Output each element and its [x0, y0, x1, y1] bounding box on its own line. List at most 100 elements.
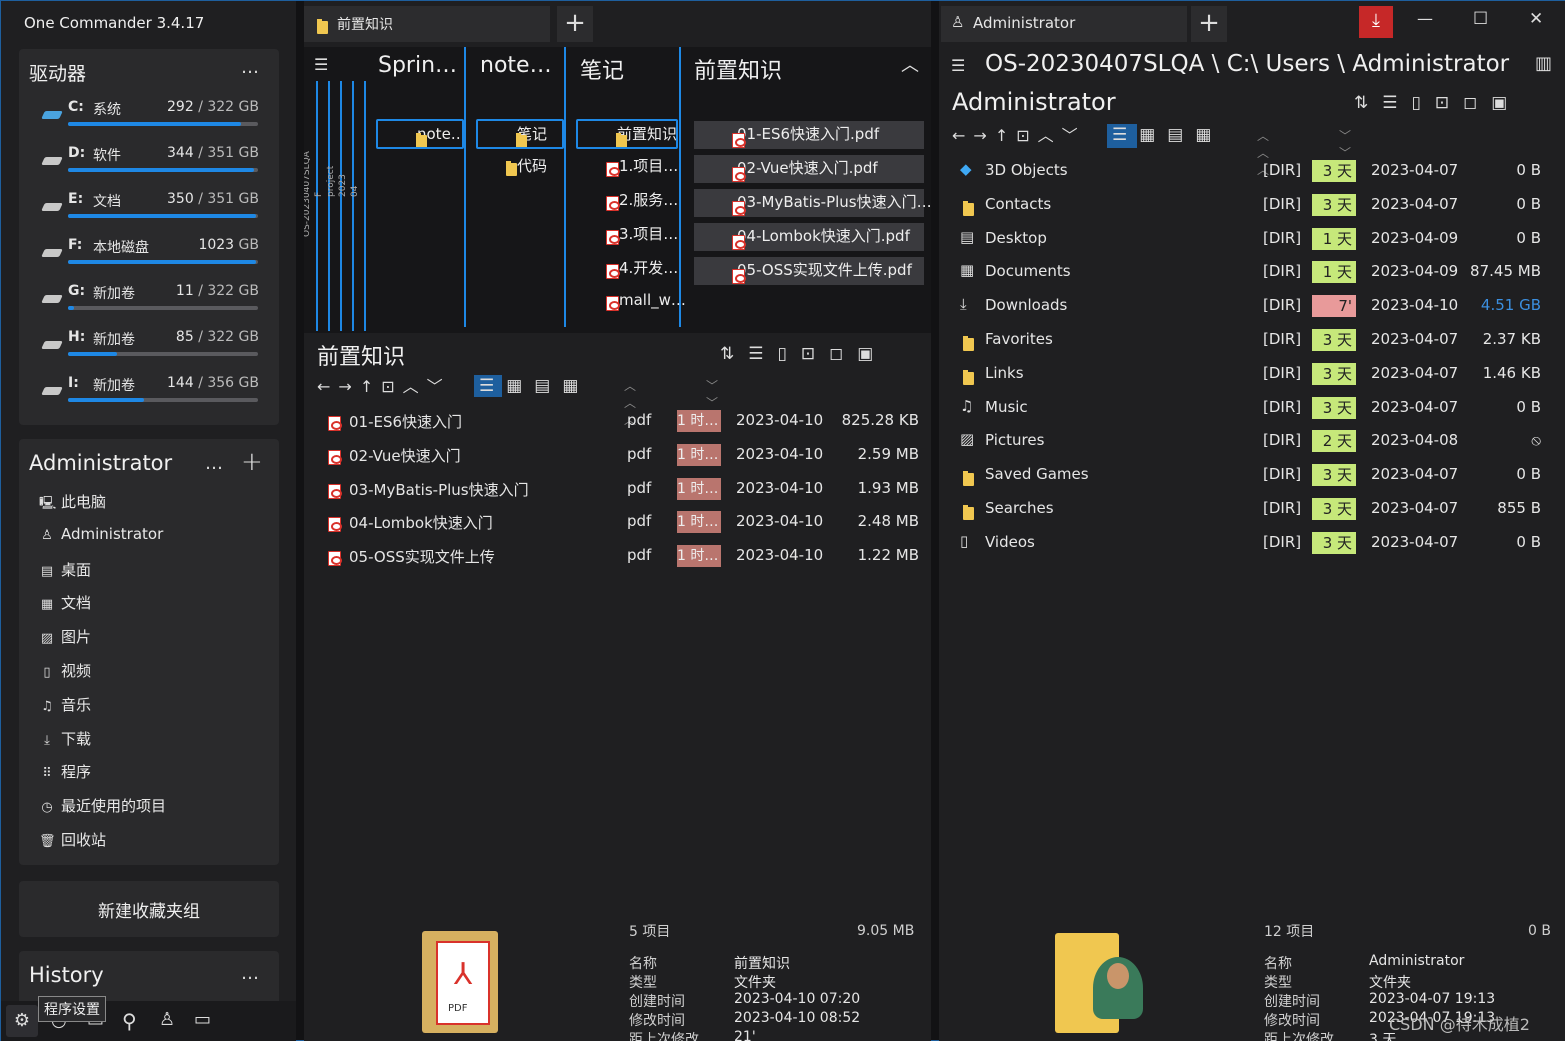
- close-button[interactable]: ✕: [1529, 9, 1543, 29]
- column-item[interactable]: 05-OSS实现文件上传.pdf: [694, 257, 924, 285]
- table-row[interactable]: Saved Games [DIR] 3 天 2023-04-07 0 B: [949, 459, 1559, 491]
- pdf-icon: [606, 230, 620, 245]
- drives-more-button[interactable]: …: [241, 57, 259, 78]
- favorite-item[interactable]: 🗑 回收站: [39, 829, 106, 850]
- left-sort-toolbar[interactable]: ⇅☰▯⊡◻▣: [720, 343, 887, 365]
- table-row[interactable]: ▨ Pictures [DIR] 2 天 2023-04-08 ⦸: [949, 425, 1559, 457]
- column-item[interactable]: 02-Vue快速入门.pdf: [694, 155, 924, 183]
- music-icon: ♫: [960, 396, 974, 415]
- favorite-item[interactable]: ▦ 文档: [39, 592, 91, 613]
- view-mode-toolbar[interactable]: ☰▦▤▦: [1112, 124, 1223, 146]
- favorite-item[interactable]: ⠿ 程序: [39, 761, 91, 782]
- vertical-path-segment[interactable]: 2023: [338, 174, 348, 197]
- search-icon[interactable]: ⚲: [122, 1009, 137, 1033]
- file-date: 2023-04-07: [1371, 161, 1459, 179]
- table-row[interactable]: 02-Vue快速入门 pdf 1 时… 2023-04-10 2.59 MB: [314, 439, 931, 471]
- drive-usage-fill: [68, 260, 257, 264]
- columns-icon[interactable]: ▥: [1535, 53, 1552, 74]
- column-selected-item[interactable]: 笔记: [476, 119, 564, 149]
- drive-item[interactable]: D: 软件 344 / 351 GB: [19, 139, 279, 179]
- right-add-tab-button[interactable]: +: [1191, 6, 1227, 42]
- drive-item[interactable]: G: 新加卷 11 / 322 GB: [19, 277, 279, 317]
- drive-item[interactable]: I: 新加卷 144 / 356 GB: [19, 369, 279, 409]
- favorite-item[interactable]: ▨ 图片: [39, 626, 91, 647]
- column-item[interactable]: 04-Lombok快速入门.pdf: [694, 223, 924, 251]
- drive-letter: F:: [68, 237, 83, 253]
- maximize-button[interactable]: ☐: [1473, 9, 1488, 29]
- update-download-button[interactable]: ⤓: [1359, 6, 1393, 38]
- drive-item[interactable]: E: 文档 350 / 351 GB: [19, 185, 279, 225]
- file-name: Desktop: [985, 228, 1047, 247]
- right-tab[interactable]: ♙ Administrator: [941, 6, 1187, 42]
- drive-item[interactable]: C: 系统 292 / 322 GB: [19, 93, 279, 133]
- favorite-item[interactable]: ⤓ 下载: [39, 728, 91, 749]
- favorites-add-button[interactable]: +: [241, 447, 263, 477]
- path-line: [340, 81, 342, 331]
- left-tab[interactable]: 前置知识: [304, 6, 550, 42]
- table-row[interactable]: ♫ Music [DIR] 3 天 2023-04-07 0 B: [949, 392, 1559, 424]
- column-item[interactable]: 3.项目…: [586, 223, 678, 245]
- favorite-item[interactable]: ▯ 视频: [39, 660, 91, 681]
- column-selected-item[interactable]: 前置知识: [576, 119, 678, 149]
- vertical-path-segment[interactable]: project: [326, 166, 336, 197]
- right-path-bar[interactable]: OS-20230407SLQA \ C:\ Users \ Administra…: [985, 51, 1509, 77]
- table-row[interactable]: ⤓ Downloads [DIR] 7' 2023-04-10 4.51 GB: [949, 290, 1559, 322]
- table-row[interactable]: ◆ 3D Objects [DIR] 3 天 2023-04-07 0 B: [949, 155, 1559, 187]
- table-row[interactable]: 04-Lombok快速入门 pdf 1 时… 2023-04-10 2.48 MB: [314, 506, 931, 538]
- history-more-button[interactable]: …: [241, 963, 259, 984]
- favorite-item[interactable]: ♫ 音乐: [39, 694, 91, 715]
- favorite-item[interactable]: 🖳 此电脑: [39, 491, 106, 516]
- table-row[interactable]: 03-MyBatis-Plus快速入门 pdf 1 时… 2023-04-10 1.93…: [314, 473, 931, 505]
- column-item[interactable]: 2.服务…: [586, 189, 678, 211]
- favorite-item[interactable]: ▤ 桌面: [39, 559, 91, 580]
- drive-item[interactable]: F: 本地磁盘 1023 GB: [19, 231, 279, 271]
- column-item[interactable]: mall_w…: [586, 291, 686, 311]
- right-pane: ♙ Administrator + ⤓ — ☐ ✕ ☰ OS-20230407S…: [939, 1, 1565, 1041]
- path-line: [328, 81, 330, 331]
- column-item[interactable]: 01-ES6快速入门.pdf: [694, 121, 924, 149]
- table-row[interactable]: Contacts [DIR] 3 天 2023-04-07 0 B: [949, 189, 1559, 221]
- file-extension: pdf: [627, 512, 652, 531]
- left-nav-toolbar[interactable]: ←→↑⊡︿﹀: [317, 376, 451, 398]
- vertical-path-segment[interactable]: 04: [350, 186, 360, 197]
- column-item-label: 05-OSS实现文件上传.pdf: [737, 261, 912, 279]
- table-row[interactable]: Searches [DIR] 3 天 2023-04-07 855 B: [949, 493, 1559, 525]
- video-icon: ▯: [960, 531, 969, 550]
- table-row[interactable]: ▯ Videos [DIR] 3 天 2023-04-07 0 B: [949, 527, 1559, 559]
- column-selected-item[interactable]: note…: [376, 119, 464, 149]
- path-menu-icon[interactable]: ☰: [951, 56, 965, 75]
- minimize-button[interactable]: —: [1417, 9, 1433, 28]
- table-row[interactable]: 05-OSS实现文件上传 pdf 1 时… 2023-04-10 1.22 MB: [314, 540, 931, 572]
- favorite-item[interactable]: ♙ Administrator: [39, 525, 163, 543]
- drive-item[interactable]: H: 新加卷 85 / 322 GB: [19, 323, 279, 363]
- table-row[interactable]: ▦ Documents [DIR] 1 天 2023-04-09 87.45 MB: [949, 256, 1559, 288]
- vertical-path-segment[interactable]: OS-20230407SLQA: [304, 151, 312, 237]
- collapse-chevron-icon[interactable]: ︿: [901, 51, 919, 77]
- folder-icon: [616, 133, 627, 147]
- user-icon[interactable]: ♙: [159, 1009, 175, 1030]
- file-type: [DIR]: [1263, 431, 1302, 450]
- right-nav-toolbar[interactable]: ←→↑⊡︿﹀: [952, 125, 1086, 147]
- table-row[interactable]: 01-ES6快速入门 pdf 1 时… 2023-04-10 825.28 KB: [314, 405, 931, 437]
- info-value: 文件夹: [1369, 975, 1411, 991]
- table-row[interactable]: Links [DIR] 3 天 2023-04-07 1.46 KB: [949, 358, 1559, 390]
- column-item[interactable]: 1.项目…: [586, 155, 678, 177]
- table-row[interactable]: ▤ Desktop [DIR] 1 天 2023-04-09 0 B: [949, 223, 1559, 255]
- column-menu-icon[interactable]: ☰: [314, 55, 328, 74]
- vertical-path-segment[interactable]: F: [314, 192, 324, 197]
- favorites-more-button[interactable]: …: [205, 453, 223, 474]
- table-row[interactable]: Favorites [DIR] 3 天 2023-04-07 2.37 KB: [949, 324, 1559, 356]
- drive-name: 新加卷: [93, 286, 135, 302]
- right-sort-toolbar[interactable]: ⇅☰▯⊡◻▣: [1354, 92, 1521, 114]
- window-icon[interactable]: ▭: [194, 1009, 211, 1030]
- settings-gear-icon[interactable]: ⚙: [6, 1005, 38, 1037]
- column-item[interactable]: 代码: [486, 155, 547, 176]
- column-item[interactable]: 4.开发…: [586, 257, 678, 279]
- info-value: 文件夹: [734, 975, 776, 991]
- view-mode-toolbar[interactable]: ☰▦▤▦: [479, 375, 590, 397]
- left-add-tab-button[interactable]: +: [557, 6, 593, 42]
- new-group-button[interactable]: 新建收藏夹组: [19, 897, 279, 922]
- favorite-item[interactable]: ◷ 最近使用的项目: [39, 795, 166, 816]
- drive-usage-fill: [68, 352, 118, 356]
- column-item[interactable]: 03-MyBatis-Plus快速入门….: [694, 189, 931, 217]
